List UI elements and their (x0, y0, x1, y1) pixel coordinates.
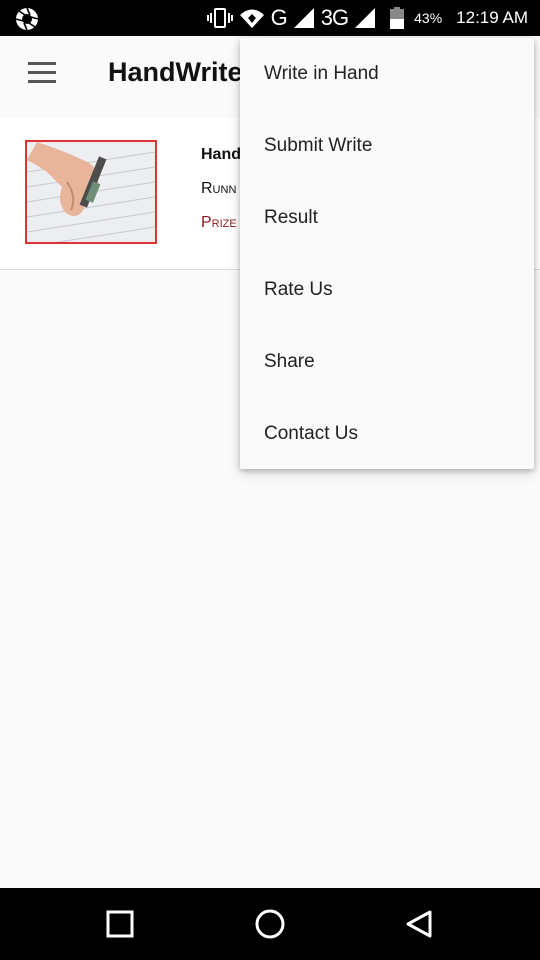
navigation-bar (0, 888, 540, 960)
battery-percent: 43% (414, 10, 443, 26)
menu-item-result[interactable]: Result (240, 182, 534, 254)
wifi-icon (239, 9, 264, 28)
signal-icon-2 (355, 8, 376, 28)
card-status: Runn (201, 180, 237, 197)
screen: G 3G 43% 12:19 AM HandWrite Hand Runn Pr… (0, 0, 540, 960)
menu-item-share[interactable]: Share (240, 326, 534, 398)
recents-square-icon[interactable] (104, 908, 136, 940)
menu-item-write-in-hand[interactable]: Write in Hand (240, 38, 534, 110)
handwriting-thumbnail (25, 140, 157, 244)
app-title: HandWrite (108, 57, 243, 87)
clock: 12:19 AM (456, 8, 528, 27)
back-triangle-icon[interactable] (404, 908, 436, 940)
card-prize: Prize (201, 214, 237, 231)
handwriting-image-icon (27, 142, 155, 242)
menu-item-contact-us[interactable]: Contact Us (240, 398, 534, 470)
menu-item-rate-us[interactable]: Rate Us (240, 254, 534, 326)
card-title: Hand (201, 146, 241, 163)
status-bar: G 3G 43% 12:19 AM (0, 0, 540, 36)
hamburger-menu-icon[interactable] (28, 62, 56, 84)
signal-icon (293, 8, 314, 28)
network-g-label: G (270, 5, 288, 30)
vibrate-icon (206, 8, 233, 28)
battery-icon (390, 7, 405, 29)
menu-item-submit-write[interactable]: Submit Write (240, 110, 534, 182)
home-circle-icon[interactable] (254, 908, 286, 940)
network-3g-label: 3G (320, 5, 349, 30)
camera-aperture-icon (15, 7, 39, 31)
overflow-menu: Write in Hand Submit Write Result Rate U… (240, 38, 534, 469)
status-right: G 3G 43% 12:19 AM (206, 0, 528, 36)
